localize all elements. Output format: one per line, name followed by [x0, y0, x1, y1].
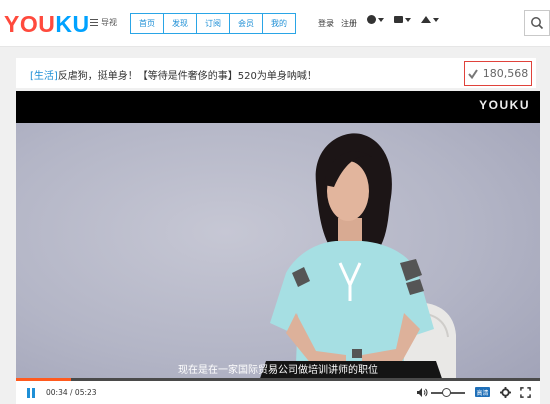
login-link[interactable]: 登录 [318, 18, 334, 29]
current-time: 00:34 [46, 388, 68, 397]
main-nav: 首页 发现 订阅 会员 我的 [130, 13, 296, 34]
nav-tab-vip[interactable]: 会员 [229, 13, 263, 34]
checkmark-icon [467, 68, 478, 79]
duration: 05:23 [74, 388, 97, 397]
guide-label: 导视 [101, 18, 117, 27]
message-menu[interactable] [394, 16, 411, 23]
video-category-link[interactable]: [生活] [30, 71, 58, 82]
youku-logo[interactable]: YOUKU [4, 10, 90, 38]
video-title-text: 反虐狗，挺单身！【等待是件奢侈的事】520为单身呐喊！ [57, 71, 317, 82]
nav-tab-mine[interactable]: 我的 [262, 13, 296, 34]
mail-icon [394, 16, 403, 23]
player-controls: 00:34 / 05:23 高清 [16, 381, 540, 404]
subtitle-text: 现在是在一家国际贸易公司做培训讲师的职位 [178, 365, 378, 376]
header-tools [367, 15, 439, 24]
video-player[interactable]: YOUKU 现在是在一家国际贸易公司做培训讲师的职位 00:34 / 05:23… [16, 91, 540, 404]
video-title: [生活]反虐狗，挺单身！【等待是件奢侈的事】520为单身呐喊！ [30, 67, 317, 82]
app-root: YOUKU 导视 首页 发现 订阅 会员 我的 登录 注册 [生活]反虐狗，挺单… [0, 0, 550, 404]
auth-links: 登录 注册 [318, 18, 357, 29]
nav-tab-home[interactable]: 首页 [130, 13, 164, 34]
chevron-down-icon [405, 17, 411, 22]
search-button[interactable] [524, 10, 550, 36]
volume-slider-handle[interactable] [441, 388, 451, 397]
nav-tab-discover[interactable]: 发现 [163, 13, 197, 34]
video-frame [16, 123, 540, 396]
history-icon [367, 15, 376, 24]
register-link[interactable]: 注册 [341, 18, 357, 29]
history-menu[interactable] [367, 15, 384, 24]
time-display: 00:34 / 05:23 [46, 388, 97, 397]
video-frame-image [254, 133, 456, 396]
quality-button[interactable]: 高清 [475, 387, 490, 397]
volume-icon[interactable] [416, 387, 428, 398]
search-icon [531, 17, 544, 30]
nav-tab-subscribe[interactable]: 订阅 [196, 13, 230, 34]
view-count-badge: 180,568 [464, 61, 532, 86]
upload-menu[interactable] [421, 16, 439, 23]
menu-icon [90, 19, 98, 26]
youku-watermark: YOUKU [479, 98, 530, 112]
guide-menu-button[interactable]: 导视 [90, 17, 117, 28]
upload-icon [421, 16, 431, 23]
pause-button[interactable] [27, 388, 35, 398]
gear-icon[interactable] [500, 387, 511, 398]
chevron-down-icon [433, 17, 439, 22]
top-bar: YOUKU 导视 首页 发现 订阅 会员 我的 登录 注册 [0, 0, 550, 47]
video-title-bar: [生活]反虐狗，挺单身！【等待是件奢侈的事】520为单身呐喊！ [16, 58, 536, 88]
chevron-down-icon [378, 17, 384, 22]
view-count: 180,568 [482, 67, 529, 80]
fullscreen-icon[interactable] [520, 387, 531, 398]
